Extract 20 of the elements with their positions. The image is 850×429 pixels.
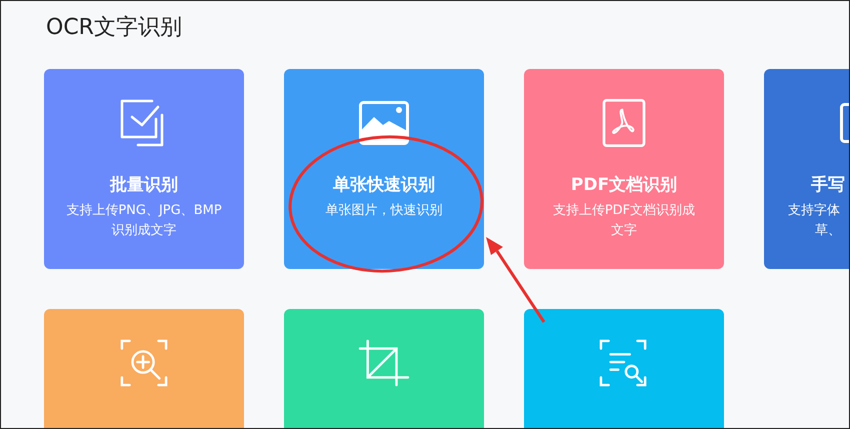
card-title: 批量识别 — [110, 174, 178, 197]
card-title: 单张快速识别 — [333, 174, 435, 197]
card-description: 支持上传PNG、JPG、BMP — [66, 202, 222, 220]
feature-card[interactable]: PDF文档识别 支持上传PDF文档识别成 文字 — [524, 69, 724, 269]
card-description: 草、 — [815, 222, 841, 240]
card-description: 文字 — [611, 222, 637, 240]
feature-card[interactable]: 批量识别 支持上传PNG、JPG、BMP 识别成文字 — [44, 69, 244, 269]
image-icon — [359, 99, 409, 147]
feature-card[interactable]: 手写 支持字体 草、 — [764, 69, 849, 269]
card-description: 支持上传PDF文档识别成 — [552, 202, 696, 220]
card-description: 单张图片，快速识别 — [326, 202, 442, 220]
card-description: 支持字体 — [788, 202, 840, 220]
card-title: 手写 — [811, 174, 845, 197]
crop-icon — [357, 339, 411, 387]
feature-card[interactable]: 单张快速识别 单张图片，快速识别 — [284, 69, 484, 269]
pdf-icon — [600, 99, 648, 147]
card-title: PDF文档识别 — [570, 174, 678, 197]
page-title: OCR文字识别 — [46, 14, 183, 42]
card-description: 识别成文字 — [112, 222, 176, 240]
zoom-in-icon — [119, 339, 169, 387]
